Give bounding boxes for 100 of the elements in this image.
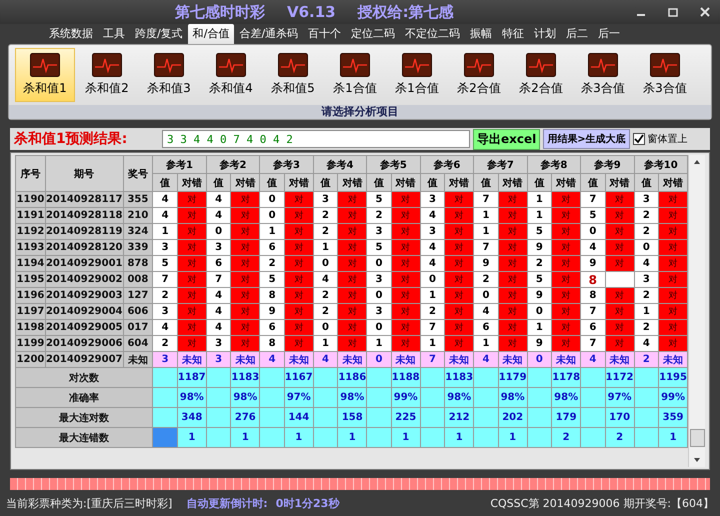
- result-cell: 对: [605, 336, 634, 352]
- column-header: 值: [634, 174, 659, 192]
- close-icon[interactable]: [698, 6, 712, 18]
- analysis-item-button[interactable]: 杀和值3: [139, 48, 199, 102]
- scrollbar[interactable]: [688, 155, 705, 467]
- table-cell: 98%: [338, 388, 367, 408]
- value-cell: 5: [366, 192, 392, 208]
- table-cell: 20140928120: [45, 240, 124, 256]
- value-cell: 0: [366, 352, 392, 368]
- value-cell: 4: [206, 288, 231, 304]
- menu-tab[interactable]: 计划: [529, 24, 562, 44]
- menu-tab[interactable]: 百十个: [303, 24, 346, 44]
- value-cell: 2: [313, 224, 338, 240]
- result-cell: 对: [230, 272, 260, 288]
- column-header: 对错: [658, 174, 688, 192]
- heartbeat-monitor-icon: [464, 53, 494, 77]
- menu-tab[interactable]: 合差/通杀码: [234, 24, 304, 44]
- value-cell: 5: [366, 240, 392, 256]
- table-cell: 1199: [16, 336, 46, 352]
- pin-checkbox[interactable]: 窗体置上: [632, 132, 688, 146]
- table-cell: [474, 388, 498, 408]
- menu-tab[interactable]: 不定位二码: [400, 24, 466, 44]
- result-cell: 对: [498, 336, 528, 352]
- heartbeat-monitor-icon: [154, 53, 184, 77]
- value-cell: 2: [634, 352, 659, 368]
- analysis-item-button[interactable]: 杀1合值: [325, 48, 385, 102]
- table-cell: 1: [391, 428, 420, 448]
- menu-tab[interactable]: 后二: [561, 24, 594, 44]
- result-cell: 对: [605, 208, 634, 224]
- result-cell: 对: [338, 224, 367, 240]
- value-cell: 8: [580, 272, 606, 288]
- value-cell: 4: [313, 272, 338, 288]
- value-cell: 3: [366, 272, 392, 288]
- result-cell: 未知: [230, 352, 260, 368]
- result-cell: 未知: [552, 352, 581, 368]
- value-cell: 4: [420, 256, 445, 272]
- value-cell: 1: [366, 336, 392, 352]
- value-cell: 7: [580, 336, 606, 352]
- result-cell: 对: [230, 304, 260, 320]
- table-cell: 20140929004: [45, 304, 124, 320]
- table-cell: [366, 368, 392, 388]
- window-title: 第七感时时彩: [175, 2, 265, 22]
- result-cell: 对: [177, 320, 206, 336]
- menu-tab[interactable]: 后一: [593, 24, 626, 44]
- menu-tab[interactable]: 跨度/复式: [130, 24, 188, 44]
- menu-tab[interactable]: 定位二码: [346, 24, 400, 44]
- value-cell: 9: [474, 256, 498, 272]
- analysis-item-button[interactable]: 杀和值2: [77, 48, 137, 102]
- generate-button[interactable]: 用结果>生成大底: [543, 129, 630, 149]
- menu-tab[interactable]: 振幅: [465, 24, 498, 44]
- scrollbar-thumb[interactable]: [690, 429, 705, 447]
- table-cell: 1178: [552, 368, 581, 388]
- value-cell: 2: [634, 224, 659, 240]
- table-cell: [206, 368, 231, 388]
- table-cell: 98%: [444, 388, 474, 408]
- analysis-item-button[interactable]: 杀和值1: [15, 48, 75, 102]
- menu-tab[interactable]: 和/合值: [188, 24, 234, 44]
- value-cell: 3: [152, 352, 178, 368]
- table-cell: 1172: [605, 368, 634, 388]
- export-button[interactable]: 导出excel: [473, 128, 540, 150]
- result-cell: 未知: [444, 352, 474, 368]
- table-cell: 2: [552, 428, 581, 448]
- analysis-item-button[interactable]: 杀1合值: [387, 48, 447, 102]
- toolbar-caption: 请选择分析项目: [9, 105, 711, 119]
- value-cell: 2: [260, 256, 284, 272]
- value-cell: 1: [420, 336, 445, 352]
- heartbeat-monitor-icon: [92, 53, 122, 77]
- table-cell: [366, 408, 392, 428]
- table-cell: [313, 428, 338, 448]
- result-cell: 对: [605, 320, 634, 336]
- analysis-item-button[interactable]: 杀和值5: [263, 48, 323, 102]
- value-cell: 7: [474, 240, 498, 256]
- table-cell: [527, 408, 552, 428]
- table-cell: 1195: [16, 272, 46, 288]
- menu-tab[interactable]: 系统数据: [44, 24, 98, 44]
- result-cell: 对: [177, 336, 206, 352]
- table-cell: 1193: [16, 240, 46, 256]
- column-header: 对错: [284, 174, 314, 192]
- result-field[interactable]: 3 3 4 4 0 7 4 0 4 2: [162, 130, 470, 148]
- result-cell: 对: [338, 272, 367, 288]
- table-cell: 1195: [658, 368, 688, 388]
- analysis-item-button[interactable]: 杀3合值: [635, 48, 695, 102]
- column-header: 对错: [605, 174, 634, 192]
- value-cell: 2: [634, 320, 659, 336]
- table-cell: [634, 368, 659, 388]
- analysis-item-button[interactable]: 杀和值4: [201, 48, 261, 102]
- menu-tab[interactable]: 特征: [497, 24, 530, 44]
- maximize-icon[interactable]: [666, 6, 680, 18]
- column-header: 序号: [16, 156, 46, 192]
- table-cell: [206, 428, 231, 448]
- value-cell: 0: [527, 352, 552, 368]
- result-cell: 对: [658, 224, 688, 240]
- analysis-item-button[interactable]: 杀3合值: [573, 48, 633, 102]
- analysis-item-button[interactable]: 杀2合值: [449, 48, 509, 102]
- table-cell: 97%: [605, 388, 634, 408]
- menu-tab[interactable]: 工具: [98, 24, 130, 44]
- analysis-item-button[interactable]: 杀2合值: [511, 48, 571, 102]
- table-cell: 170: [605, 408, 634, 428]
- result-cell: 对: [284, 304, 314, 320]
- value-cell: 6: [206, 256, 231, 272]
